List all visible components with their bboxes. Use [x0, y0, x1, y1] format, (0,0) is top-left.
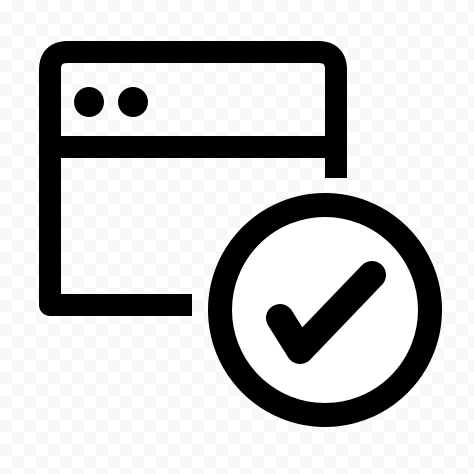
- icon-canvas: [0, 0, 474, 474]
- check-badge: [208, 193, 442, 427]
- window-dot-2: [118, 87, 148, 117]
- browser-window-check-icon: [39, 41, 442, 427]
- window-dot-1: [74, 87, 104, 117]
